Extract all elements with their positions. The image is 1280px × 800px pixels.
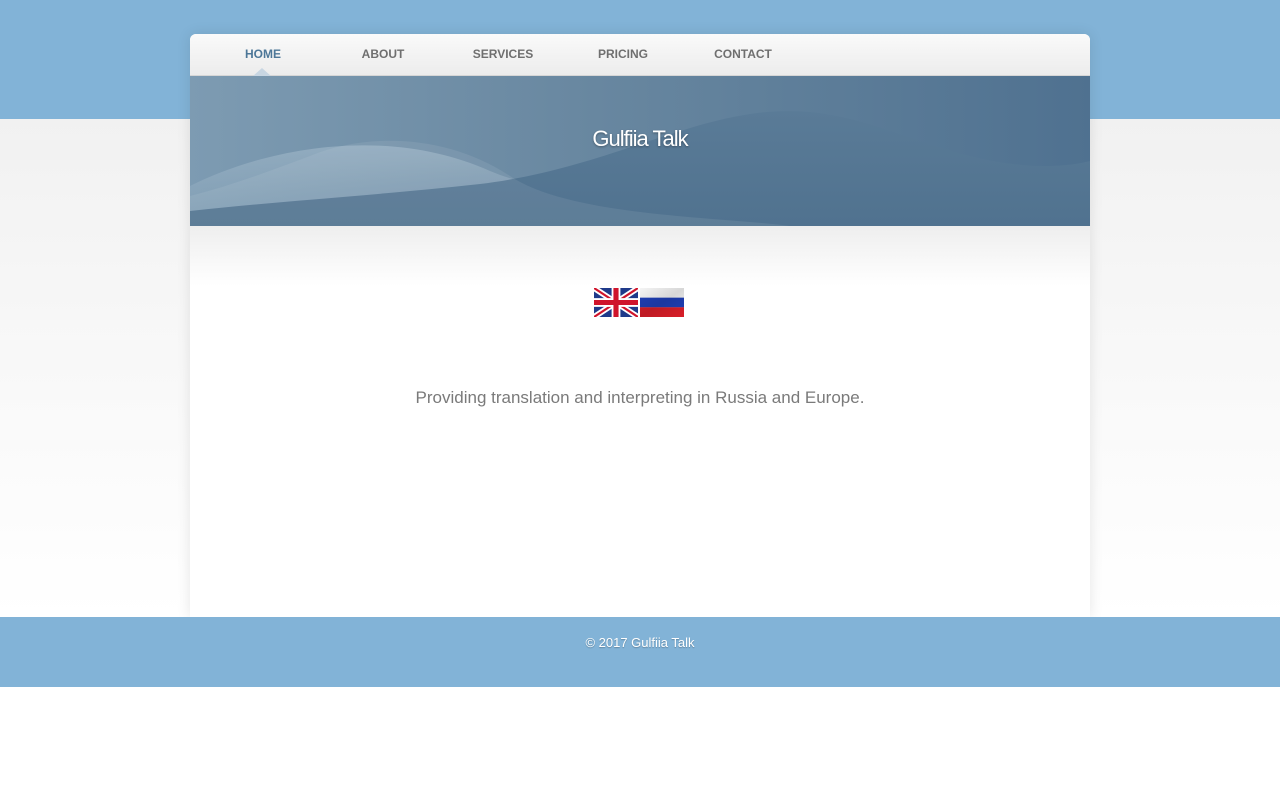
page-container: HOME ABOUT SERVICES PRICING CONTACT Gulf… [190, 34, 1090, 617]
active-nav-pointer [253, 68, 271, 76]
site-title: Gulfiia Talk [592, 126, 688, 151]
header-banner: Gulfiia Talk [190, 76, 1090, 226]
uk-flag-icon[interactable] [594, 288, 638, 317]
main-navigation: HOME ABOUT SERVICES PRICING CONTACT [190, 34, 1090, 76]
footer [0, 617, 1280, 687]
nav-item-services[interactable]: SERVICES [458, 47, 548, 61]
footer-copyright: © 2017 Gulfiia Talk [585, 635, 695, 650]
nav-item-about[interactable]: ABOUT [338, 47, 428, 61]
nav-item-home[interactable]: HOME [218, 47, 308, 61]
tagline-text: Providing translation and interpreting i… [415, 388, 865, 407]
nav-item-contact[interactable]: CONTACT [698, 47, 788, 61]
nav-item-pricing[interactable]: PRICING [578, 47, 668, 61]
russia-flag-icon[interactable] [640, 288, 684, 317]
banner-shadow [190, 226, 1090, 286]
